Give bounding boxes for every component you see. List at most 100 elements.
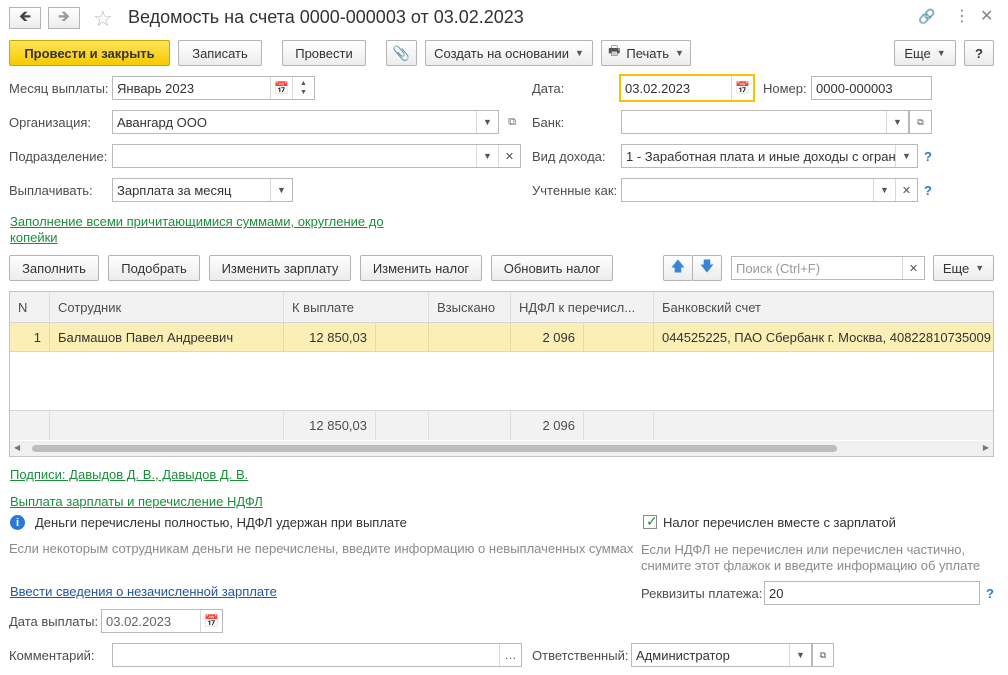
- bank-label: Банк:: [532, 115, 565, 130]
- calendar-icon[interactable]: 📅: [200, 610, 222, 632]
- help-icon[interactable]: ?: [986, 586, 994, 601]
- month-field[interactable]: Январь 2023 📅 ▲ ▼: [112, 76, 315, 100]
- signatures-link[interactable]: Подписи: Давыдов Д. В., Давыдов Д. В.: [10, 467, 248, 482]
- horizontal-scrollbar[interactable]: ◀ ▶: [10, 441, 993, 456]
- row-collected[interactable]: [429, 323, 511, 351]
- row-to-pay[interactable]: 12 850,03: [284, 323, 376, 351]
- save-button[interactable]: Записать: [178, 40, 262, 66]
- post-and-close-button[interactable]: Провести и закрыть: [9, 40, 170, 66]
- tax-paid-checkbox[interactable]: ✓: [643, 513, 658, 529]
- column-header-n[interactable]: N: [10, 292, 50, 322]
- forward-button[interactable]: 🡺: [48, 7, 80, 29]
- dept-field[interactable]: ▼ ✕: [112, 144, 521, 168]
- requisites-field[interactable]: 20: [764, 581, 980, 605]
- row-employee[interactable]: Балмашов Павел Андреевич: [50, 323, 284, 351]
- totals-spacer: [50, 411, 284, 440]
- back-button[interactable]: 🡸: [9, 7, 41, 29]
- scroll-left-icon[interactable]: ◀: [14, 443, 20, 452]
- ellipsis-icon[interactable]: …: [499, 644, 521, 666]
- number-field[interactable]: 0000-000003: [811, 76, 932, 100]
- clear-icon[interactable]: ✕: [498, 145, 520, 167]
- fill-button[interactable]: Заполнить: [9, 255, 99, 281]
- dept-label: Подразделение:: [9, 149, 108, 164]
- pay-date-field[interactable]: 03.02.2023 📅: [101, 609, 223, 633]
- search-field[interactable]: Поиск (Ctrl+F) ✕: [731, 256, 925, 280]
- number-value: 0000-000003: [816, 80, 893, 96]
- row-account[interactable]: 044525225, ПАО Сбербанк г. Москва, 40822…: [654, 323, 993, 351]
- responsible-open-button[interactable]: ⧉: [812, 643, 834, 667]
- search-input[interactable]: Поиск (Ctrl+F): [732, 257, 902, 279]
- clear-icon[interactable]: ✕: [902, 257, 924, 279]
- open-icon[interactable]: ⧉: [502, 111, 522, 133]
- column-header-collected[interactable]: Взыскано: [429, 292, 511, 322]
- totals-spacer: [10, 411, 50, 440]
- date-field[interactable]: 03.02.2023 📅: [619, 74, 755, 102]
- row-ndfl-extra: [584, 323, 654, 351]
- chevron-down-icon[interactable]: ▼: [895, 145, 917, 167]
- row-ndfl[interactable]: 2 096: [511, 323, 584, 351]
- column-header-ndfl[interactable]: НДФЛ к перечисл...: [511, 292, 654, 322]
- scroll-right-icon[interactable]: ▶: [983, 443, 989, 452]
- pay-field[interactable]: Зарплата за месяц ▼: [112, 178, 293, 202]
- total-to-pay: 12 850,03: [284, 411, 376, 440]
- post-button[interactable]: Провести: [282, 40, 366, 66]
- print-button[interactable]: 🖶 Печать ▼: [601, 40, 691, 66]
- payroll-table[interactable]: N Сотрудник К выплате Взыскано НДФЛ к пе…: [9, 291, 994, 457]
- change-tax-button[interactable]: Изменить налог: [360, 255, 482, 281]
- table-more-button[interactable]: Еще ▼: [933, 255, 994, 281]
- income-field[interactable]: 1 - Заработная плата и иные доходы с огр…: [621, 144, 918, 168]
- printer-icon: 🖶: [608, 43, 621, 58]
- more-button[interactable]: Еще ▼: [894, 40, 956, 66]
- arrow-down-icon: 🡇: [699, 258, 715, 274]
- change-salary-button[interactable]: Изменить зарплату: [209, 255, 351, 281]
- chevron-down-icon[interactable]: ▼: [270, 179, 292, 201]
- column-header-account[interactable]: Банковский счет: [654, 292, 993, 322]
- clear-icon[interactable]: ✕: [895, 179, 917, 201]
- bank-value: [622, 111, 886, 133]
- chevron-down-icon[interactable]: ▼: [476, 111, 498, 133]
- org-field[interactable]: Авангард ООО ▼: [112, 110, 499, 134]
- favorite-star-icon[interactable]: ☆: [93, 6, 113, 32]
- stepper-icon[interactable]: ▲ ▼: [292, 77, 314, 99]
- chevron-down-icon[interactable]: ▼: [789, 644, 811, 666]
- fill-settings-link[interactable]: Заполнение всеми причитающимися суммами,…: [10, 214, 384, 229]
- date-label: Дата:: [532, 81, 565, 96]
- unpaid-salary-link[interactable]: Ввести сведения о незачисленной зарплате: [10, 584, 277, 599]
- menu-dots-icon[interactable]: ⋮: [954, 6, 970, 26]
- help-button[interactable]: ?: [964, 40, 994, 66]
- pay-label: Выплачивать:: [9, 183, 93, 198]
- column-header-employee[interactable]: Сотрудник: [50, 292, 284, 322]
- move-down-button[interactable]: 🡇: [692, 255, 722, 281]
- checkmark-icon: ✓: [646, 513, 658, 529]
- close-icon[interactable]: ✕: [980, 6, 993, 26]
- arrow-up-icon: 🡅: [670, 258, 686, 274]
- totals-spacer: [584, 411, 654, 440]
- link-icon[interactable]: 🔗: [918, 8, 935, 25]
- help-icon[interactable]: ?: [924, 183, 932, 198]
- chevron-down-icon[interactable]: ▼: [873, 179, 895, 201]
- scrollbar-thumb[interactable]: [32, 445, 837, 452]
- requisites-label: Реквизиты платежа:: [641, 586, 763, 601]
- bank-open-button[interactable]: ⧉: [909, 110, 932, 134]
- responsible-field[interactable]: Администратор ▼: [631, 643, 812, 667]
- create-based-button[interactable]: Создать на основании ▼: [425, 40, 593, 66]
- counted-field[interactable]: ▼ ✕: [621, 178, 918, 202]
- bank-field[interactable]: ▼: [621, 110, 909, 134]
- requisites-value: 20: [769, 585, 784, 601]
- info-icon: i: [10, 515, 25, 530]
- table-row[interactable]: 1 Балмашов Павел Андреевич 12 850,03 2 0…: [10, 323, 993, 352]
- calendar-icon[interactable]: 📅: [731, 76, 753, 100]
- fill-settings-link-cont[interactable]: копейки: [10, 230, 58, 245]
- attach-button[interactable]: 📎: [386, 40, 417, 66]
- select-button[interactable]: Подобрать: [108, 255, 200, 281]
- calendar-icon[interactable]: 📅: [270, 77, 292, 99]
- chevron-down-icon[interactable]: ▼: [476, 145, 498, 167]
- tax-paid-label[interactable]: Налог перечислен вместе с зарплатой: [663, 515, 896, 530]
- move-up-button[interactable]: 🡅: [663, 255, 693, 281]
- help-icon[interactable]: ?: [924, 149, 932, 164]
- payout-link[interactable]: Выплата зарплаты и перечисление НДФЛ: [10, 494, 263, 509]
- comment-field[interactable]: …: [112, 643, 522, 667]
- chevron-down-icon[interactable]: ▼: [886, 111, 908, 133]
- update-tax-button[interactable]: Обновить налог: [491, 255, 613, 281]
- column-header-to-pay[interactable]: К выплате: [284, 292, 429, 322]
